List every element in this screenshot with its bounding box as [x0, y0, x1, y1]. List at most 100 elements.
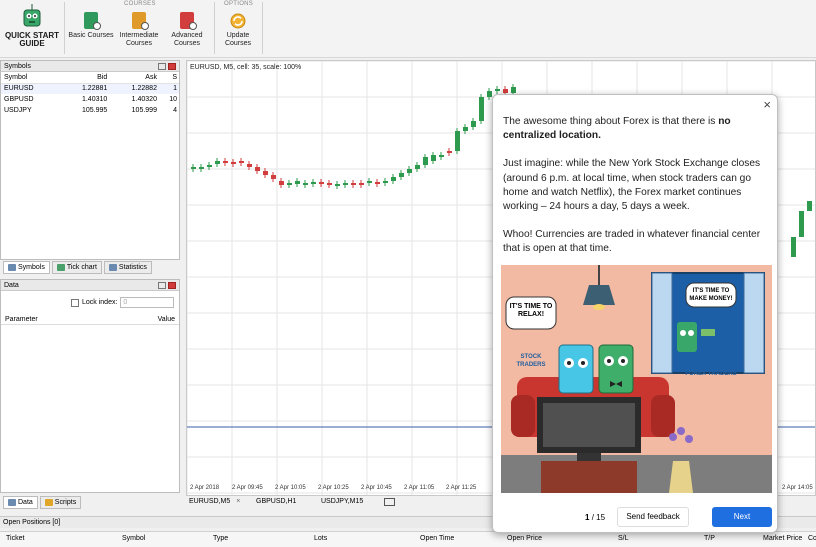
guide-paragraph: The awesome thing about Forex is that th… [503, 115, 773, 143]
candle-body [279, 181, 284, 185]
update-icon [230, 13, 246, 29]
lock-index-checkbox[interactable] [71, 298, 79, 307]
tab-scripts-label: Scripts [54, 499, 77, 506]
symbols-header-row: Symbol Bid Ask S [1, 72, 179, 84]
col-lots[interactable]: Lots [314, 535, 327, 542]
x-axis-label: 2 Apr 11:05 [404, 485, 435, 491]
col-type[interactable]: Type [213, 535, 228, 542]
x-axis-label: 2 Apr 10:05 [275, 485, 306, 491]
candle-body [503, 89, 508, 93]
candle-body [303, 183, 308, 185]
chart-tab-gbpusd[interactable]: GBPUSD,H1 [256, 498, 296, 505]
quick-start-guide-button[interactable]: QUICK START GUIDE [3, 4, 61, 56]
intermediate-courses-button[interactable]: Intermediate Courses [115, 12, 163, 54]
col-value: Value [157, 316, 175, 323]
lock-index-input[interactable]: 0 [120, 297, 175, 308]
restore-icon[interactable] [158, 63, 166, 70]
col-symbol[interactable]: Symbol [122, 535, 145, 542]
candle-body [439, 155, 444, 157]
candle-body [471, 121, 476, 127]
col-ask[interactable]: Ask [109, 72, 159, 84]
lock-index-row: Lock index: 0 [71, 297, 175, 308]
x-axis-label: 2 Apr 11:25 [446, 485, 477, 491]
tab-tick-chart[interactable]: Tick chart [51, 261, 102, 274]
scripts-icon [44, 499, 53, 506]
table-row[interactable]: EURUSD 1.22881 1.22882 1 [1, 83, 179, 94]
book-icon [84, 12, 101, 30]
toolbar-divider [262, 2, 263, 54]
candle-body [215, 161, 220, 164]
col-tp[interactable]: T/P [704, 535, 715, 542]
symbol-cell: USDJPY [4, 107, 32, 114]
tab-scripts[interactable]: Scripts [39, 496, 82, 509]
close-icon[interactable]: × [236, 498, 240, 505]
candle-body [463, 127, 468, 131]
table-row[interactable]: GBPUSD 1.40310 1.40320 10 [1, 94, 179, 105]
close-icon[interactable] [168, 282, 176, 289]
col-spread[interactable]: S [158, 72, 179, 84]
candle-body [327, 183, 332, 185]
x-axis-label: 2 Apr 10:45 [361, 485, 392, 491]
table-row[interactable]: USDJPY 105.995 105.999 4 [1, 105, 179, 116]
candle-body [335, 184, 340, 186]
candle-body [295, 181, 300, 184]
col-open-time[interactable]: Open Time [420, 535, 454, 542]
book-icon [180, 12, 197, 30]
intermediate-courses-label: Intermediate Courses [119, 32, 159, 47]
col-symbol[interactable]: Symbol [1, 72, 60, 84]
close-icon[interactable]: × [763, 97, 771, 112]
col-bid[interactable]: Bid [59, 72, 110, 84]
candle-body [271, 175, 276, 179]
col-market-price[interactable]: Market Price [763, 535, 802, 542]
symbols-title-text: Symbols [4, 63, 31, 70]
tick-chart-icon [56, 264, 65, 271]
candle-body [375, 182, 380, 184]
x-axis-label: 2 Apr 09:45 [232, 485, 263, 491]
symbols-panel-tabs: Symbols Tick chart Statistics [3, 261, 152, 274]
ask-cell: 1.22882 [131, 85, 157, 93]
symbols-tab-icon [8, 264, 16, 271]
guide-text: The awesome thing about Forex is that th… [503, 115, 773, 271]
update-courses-button[interactable]: Update Courses [214, 12, 262, 54]
bid-cell: 1.22881 [81, 85, 108, 93]
col-sl[interactable]: S/L [618, 535, 629, 542]
symbol-cell: EURUSD [4, 85, 34, 93]
guide-dialog: × The awesome thing about Forex is that … [492, 94, 778, 533]
candle-body [415, 165, 420, 169]
candle-body [247, 164, 252, 167]
toolbar-divider [64, 2, 65, 54]
forex-traders-label: FOREX TRADERS [685, 371, 737, 377]
close-icon[interactable] [168, 63, 176, 70]
page-indicator: 1 / 15 [585, 513, 605, 522]
col-ticket[interactable]: Ticket [6, 535, 24, 542]
basic-courses-label: Basic Courses [68, 32, 114, 39]
candle-body [383, 181, 388, 183]
candle-body [319, 182, 324, 184]
next-button[interactable]: Next [712, 507, 772, 527]
chart-tab-usdjpy[interactable]: USDJPY,M15 [321, 498, 363, 505]
candle-body [311, 182, 316, 184]
candle-body [191, 167, 196, 169]
symbols-panel: Symbols Symbol Bid Ask S EURUSD 1.22881 … [0, 60, 180, 260]
candle-body [223, 161, 228, 163]
tab-data[interactable]: Data [3, 496, 38, 509]
guide-paragraph: Just imagine: while the New York Stock E… [503, 158, 761, 213]
data-table-header: Parameter Value [1, 314, 179, 325]
tab-symbols[interactable]: Symbols [3, 261, 50, 274]
restore-icon[interactable] [158, 282, 166, 289]
basic-courses-button[interactable]: Basic Courses [67, 12, 115, 54]
courses-group-title: COURSES [124, 1, 156, 7]
col-open-price[interactable]: Open Price [507, 535, 542, 542]
window-list-icon[interactable] [384, 498, 395, 506]
candle-body [391, 177, 396, 181]
positions-table-header: Ticket Symbol Type Lots Open Time Open P… [0, 531, 816, 547]
data-panel-title: Data [1, 280, 179, 291]
bubble-relax-text: IT'S TIME TO RELAX! [509, 303, 553, 318]
symbols-table: Symbol Bid Ask S EURUSD 1.22881 1.22882 … [1, 72, 179, 116]
col-commission[interactable]: Co [808, 535, 816, 542]
send-feedback-button[interactable]: Send feedback [617, 507, 689, 527]
chart-tab-eurusd[interactable]: EURUSD,M5 × [189, 498, 240, 505]
tab-statistics[interactable]: Statistics [103, 261, 152, 274]
symbols-panel-title: Symbols [1, 61, 179, 72]
advanced-courses-button[interactable]: Advanced Courses [163, 12, 211, 54]
